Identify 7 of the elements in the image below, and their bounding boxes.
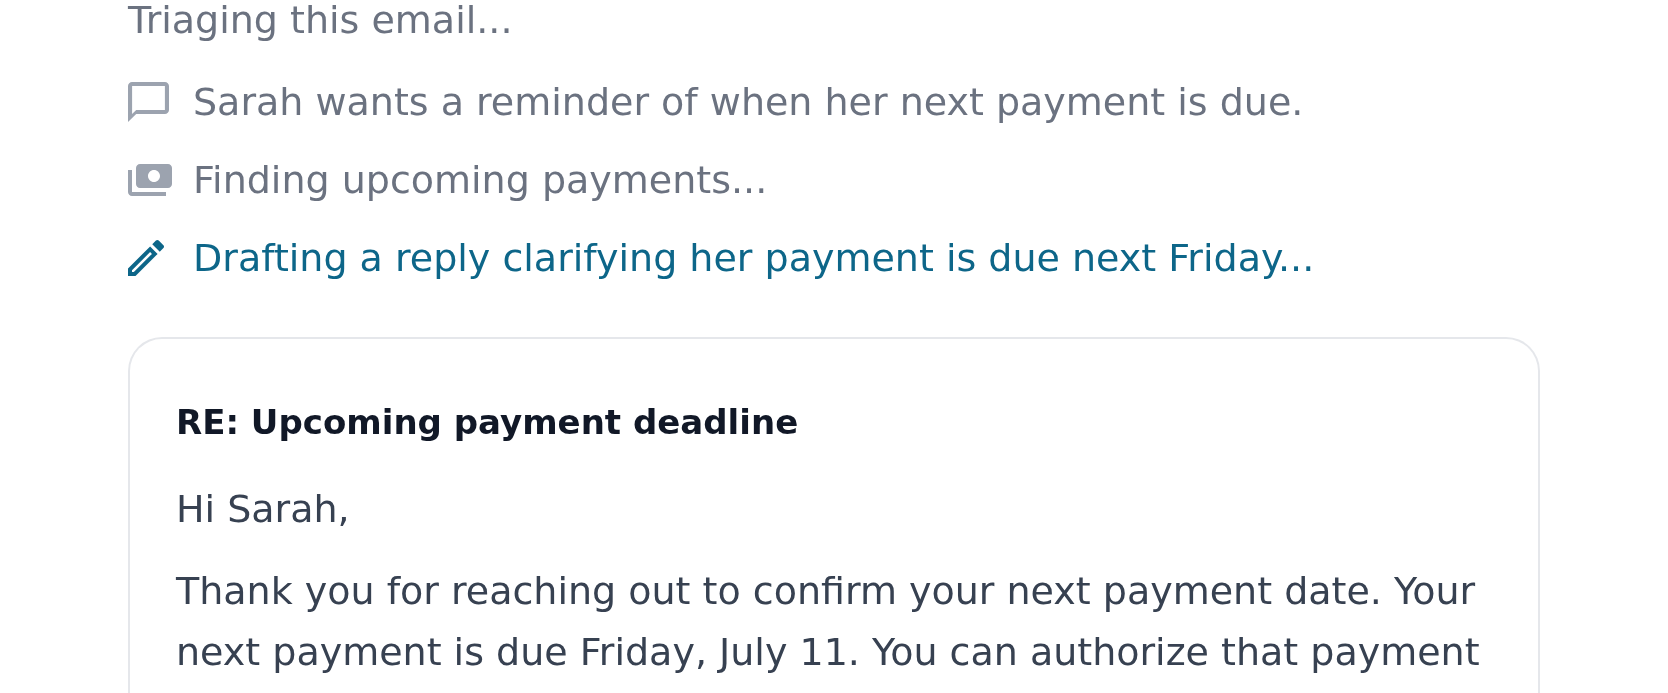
email-subject: RE: Upcoming payment deadline <box>176 401 800 444</box>
triage-status-text: Triaging this email... <box>128 0 514 40</box>
email-body: Thank you for reaching out to confirm your next payment date. Your next payment is due Friday, July 11. You can authorize that payment <box>176 568 1481 676</box>
step-text: Finding upcoming payments... <box>193 157 769 203</box>
email-greeting: Hi Sarah, <box>176 486 351 533</box>
step-text: Sarah wants a reminder of when her next payment is due. <box>193 79 1305 125</box>
step-text: Drafting a reply clarifying her payment is due next Friday... <box>193 235 1316 281</box>
